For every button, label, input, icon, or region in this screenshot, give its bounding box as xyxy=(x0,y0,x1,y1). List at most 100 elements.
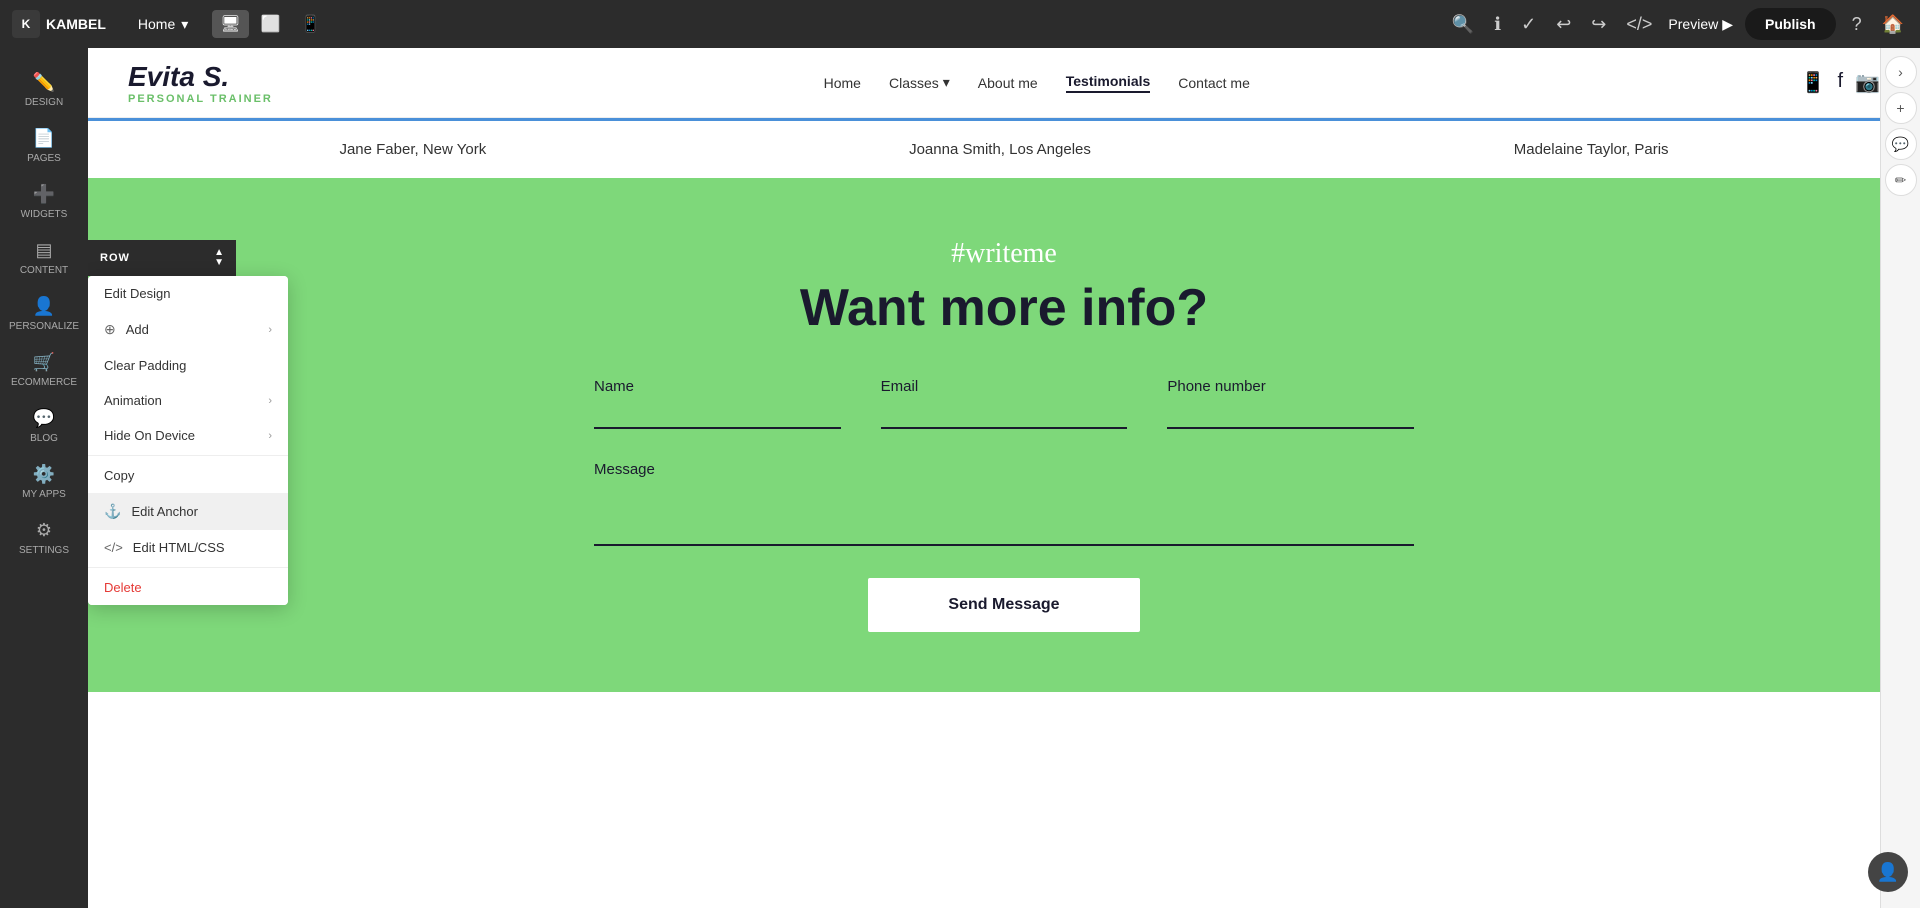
code-button[interactable]: </> xyxy=(1622,10,1656,39)
rp-add-btn[interactable]: + xyxy=(1885,92,1917,124)
right-panel: › + 💬 ✏ xyxy=(1880,48,1920,908)
name-input[interactable] xyxy=(594,403,841,429)
message-field: Message xyxy=(594,461,1414,546)
sidebar-label-blog: BLOG xyxy=(30,433,58,444)
redo-button[interactable]: ↪ xyxy=(1587,10,1610,39)
testimonial-3: Madelaine Taylor, Paris xyxy=(1514,141,1669,158)
home-button[interactable]: 🏠 xyxy=(1878,10,1908,39)
name-label: Name xyxy=(594,378,841,395)
undo-button[interactable]: ↩ xyxy=(1552,10,1575,39)
row-arrow-down[interactable]: ▼ xyxy=(214,258,224,268)
row-label-bar: ROW ▲ ▼ xyxy=(88,240,236,276)
name-field: Name xyxy=(594,378,841,429)
edit-anchor-label: Edit Anchor xyxy=(131,504,198,519)
sidebar-item-settings[interactable]: ⚙ SETTINGS xyxy=(4,512,84,564)
sidebar-label-settings: SETTINGS xyxy=(19,545,69,556)
sidebar-label-pages: PAGES xyxy=(27,153,61,164)
settings-icon: ⚙ xyxy=(36,520,52,541)
testimonial-row: Jane Faber, New York Joanna Smith, Los A… xyxy=(128,141,1880,158)
clear-padding-label: Clear Padding xyxy=(104,358,186,373)
rp-expand-btn[interactable]: › xyxy=(1885,56,1917,88)
sidebar-item-myapps[interactable]: ⚙️ MY APPS xyxy=(4,456,84,508)
message-input[interactable] xyxy=(594,486,1414,546)
main-content: Evita S. PERSONAL TRAINER Home Classes ▾… xyxy=(88,48,1920,908)
menu-item-edit-html-css[interactable]: </> Edit HTML/CSS xyxy=(88,530,288,565)
menu-item-animation[interactable]: Animation › xyxy=(88,383,288,418)
menu-item-hide-on-device[interactable]: Hide On Device › xyxy=(88,418,288,453)
desktop-device-btn[interactable]: 🖥 xyxy=(212,10,248,38)
toolbar: K KAMBEL Home ▾ 🖥 ⬜ 📱 🔍 ℹ ✓ ↩ ↪ </> Prev… xyxy=(0,0,1920,48)
logo: K KAMBEL xyxy=(12,10,106,38)
page-selector[interactable]: Home ▾ xyxy=(130,12,196,37)
tablet-device-btn[interactable]: ⬜ xyxy=(253,10,289,38)
preview-label: Preview xyxy=(1668,16,1718,32)
search-button[interactable]: 🔍 xyxy=(1448,10,1478,39)
nav-testimonials[interactable]: Testimonials xyxy=(1066,73,1151,93)
site-logo: Evita S. PERSONAL TRAINER xyxy=(128,61,273,105)
sidebar-item-content[interactable]: ▤ CONTENT xyxy=(4,232,84,284)
row-label-text: ROW xyxy=(100,252,130,264)
logo-name: Evita S. xyxy=(128,61,273,93)
menu-separator-1 xyxy=(88,455,288,456)
content-icon: ▤ xyxy=(35,240,52,261)
chevron-down-icon: ▾ xyxy=(181,16,188,33)
menu-item-edit-design[interactable]: Edit Design xyxy=(88,276,288,311)
testimonial-1: Jane Faber, New York xyxy=(339,141,486,158)
sidebar-item-pages[interactable]: 📄 PAGES xyxy=(4,120,84,172)
sidebar-item-design[interactable]: ✏️ DESIGN xyxy=(4,64,84,116)
message-label: Message xyxy=(594,461,1414,478)
nav-contact[interactable]: Contact me xyxy=(1178,75,1250,91)
sidebar-item-blog[interactable]: 💬 BLOG xyxy=(4,400,84,452)
menu-item-clear-padding[interactable]: Clear Padding xyxy=(88,348,288,383)
phone-input[interactable] xyxy=(1167,403,1414,429)
sidebar-label-content: CONTENT xyxy=(20,265,68,276)
classes-dropdown-icon: ▾ xyxy=(943,74,950,91)
nav-about[interactable]: About me xyxy=(978,75,1038,91)
hide-on-device-label: Hide On Device xyxy=(104,428,195,443)
nav-home[interactable]: Home xyxy=(824,75,861,91)
mobile-device-btn[interactable]: 📱 xyxy=(293,10,329,38)
testimonials-section: Jane Faber, New York Joanna Smith, Los A… xyxy=(88,121,1920,178)
widgets-icon: ➕ xyxy=(33,184,55,205)
sidebar-item-widgets[interactable]: ➕ WIDGETS xyxy=(4,176,84,228)
info-button[interactable]: ℹ xyxy=(1490,10,1505,39)
sidebar-item-personalize[interactable]: 👤 PERSONALIZE xyxy=(4,288,84,340)
preview-button[interactable]: Preview ▶ xyxy=(1668,16,1733,33)
avatar-button[interactable]: 👤 xyxy=(1868,852,1908,892)
ecommerce-icon: 🛒 xyxy=(33,352,55,373)
logo-sub: PERSONAL TRAINER xyxy=(128,93,273,105)
email-input[interactable] xyxy=(881,403,1128,429)
instagram-icon[interactable]: 📷 xyxy=(1855,70,1880,95)
sidebar-label-design: DESIGN xyxy=(25,97,63,108)
help-button[interactable]: ? xyxy=(1848,10,1866,39)
sidebar-item-ecommerce[interactable]: 🛒 ECOMMERCE xyxy=(4,344,84,396)
pages-icon: 📄 xyxy=(33,128,55,149)
logo-icon: K xyxy=(12,10,40,38)
left-sidebar: ✏️ DESIGN 📄 PAGES ➕ WIDGETS ▤ CONTENT 👤 … xyxy=(0,48,88,908)
check-button[interactable]: ✓ xyxy=(1517,10,1540,39)
send-message-button[interactable]: Send Message xyxy=(868,578,1139,632)
add-arrow-icon: › xyxy=(268,324,272,336)
phone-field: Phone number xyxy=(1167,378,1414,429)
context-menu: Edit Design ⊕ Add › Clear Padding Animat… xyxy=(88,276,288,605)
nav-classes[interactable]: Classes ▾ xyxy=(889,74,950,91)
contact-section: #writeme Want more info? Name Email Phon… xyxy=(88,178,1920,692)
sidebar-label-widgets: WIDGETS xyxy=(21,209,68,220)
phone-label: Phone number xyxy=(1167,378,1414,395)
menu-item-copy[interactable]: Copy xyxy=(88,458,288,493)
blog-icon: 💬 xyxy=(33,408,55,429)
add-label: Add xyxy=(126,322,149,337)
menu-item-edit-anchor[interactable]: ⚓ Edit Anchor xyxy=(88,493,288,530)
personalize-icon: 👤 xyxy=(33,296,55,317)
add-icon: ⊕ xyxy=(104,321,116,338)
facebook-icon[interactable]: f xyxy=(1838,70,1844,95)
publish-button[interactable]: Publish xyxy=(1745,8,1836,40)
rp-chat-btn[interactable]: 💬 xyxy=(1885,128,1917,160)
myapps-icon: ⚙️ xyxy=(33,464,55,485)
sidebar-label-ecommerce: ECOMMERCE xyxy=(11,377,77,388)
menu-item-add[interactable]: ⊕ Add › xyxy=(88,311,288,348)
anchor-icon: ⚓ xyxy=(104,503,121,520)
rp-edit-btn[interactable]: ✏ xyxy=(1885,164,1917,196)
menu-item-delete[interactable]: Delete xyxy=(88,570,288,605)
whatsapp-icon[interactable]: 📱 xyxy=(1801,70,1826,95)
